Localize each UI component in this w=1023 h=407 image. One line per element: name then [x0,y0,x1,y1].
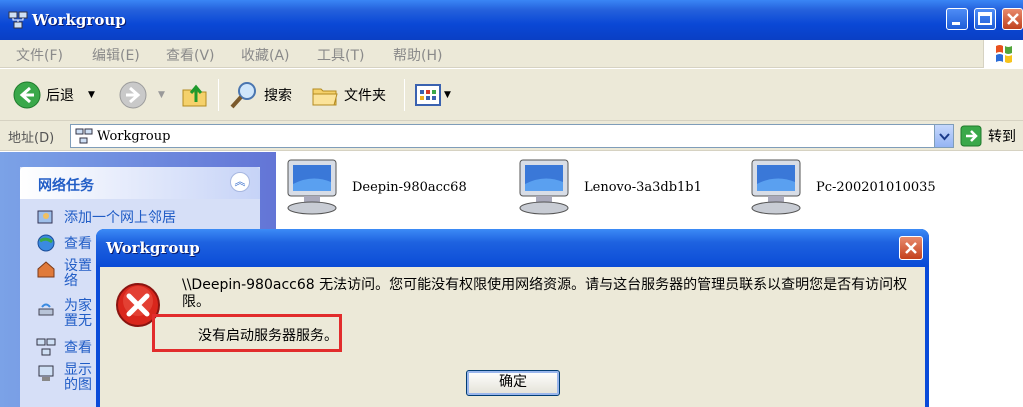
menu-favorites[interactable]: 收藏(A) [241,45,290,65]
menu-view[interactable]: 查看(V) [166,45,215,65]
views-dropdown-icon[interactable]: ▼ [444,90,451,100]
computer-icon [519,159,569,215]
folders-label: 文件夹 [344,88,386,104]
maximize-icon [978,12,992,25]
network-icon [75,128,93,144]
task-add-network-place[interactable]: 添加一个网上邻居 [36,207,176,227]
task-label: 显示 的图 [64,362,92,393]
menu-tools[interactable]: 工具(T) [317,45,364,65]
search-button[interactable]: 搜索 [228,69,292,121]
go-arrow-icon [960,125,982,147]
task-setup-network[interactable]: 设置络 [36,259,92,289]
go-button[interactable]: 转到 [960,124,1016,148]
task-wireless-network[interactable]: 为家 置无 [36,299,92,329]
error-dialog: Workgroup \\Deepin-980acc68 无法访问。您可能没有权限… [96,229,929,407]
task-label: 查看 [64,236,92,252]
views-icon [415,84,441,106]
collapse-chevron-icon[interactable]: ︽ [230,172,250,192]
task-view-connections[interactable]: 查看 [36,233,92,253]
menu-help[interactable]: 帮助(H) [393,45,442,65]
up-folder-icon [182,84,207,107]
windows-logo [983,40,1023,68]
task-view-workgroup[interactable]: 查看 [36,337,92,357]
forward-arrow-icon [119,81,147,109]
toolbar-separator [218,79,219,111]
computer-item[interactable]: Pc-200201010035 [746,156,936,218]
back-arrow-icon [13,81,41,109]
go-label: 转到 [988,129,1016,145]
error-detail: 没有启动服务器服务。 [198,328,338,344]
network-tasks-title: 网络任务 [38,178,94,194]
windows-flag-icon [996,45,1012,63]
window-titlebar: Workgroup [0,0,1023,40]
wireless-icon [38,303,54,316]
back-label: 后退 [46,88,74,104]
address-bar: 地址(D) Workgroup 转到 [0,121,1023,151]
task-show-icons[interactable]: 显示 的图 [36,363,92,393]
views-button[interactable]: ▼ [414,69,451,121]
computer-icon [287,159,337,215]
search-icon [230,82,256,109]
dialog-close-button[interactable] [899,236,923,260]
network-places-icon [8,11,28,29]
computer-item[interactable]: Deepin-980acc68 [282,156,467,218]
close-window-button[interactable] [1002,8,1023,30]
computer-name: Lenovo-3a3db1b1 [584,179,702,195]
window-title: Workgroup [32,11,126,29]
computer-name: Pc-200201010035 [816,179,936,195]
computer-item[interactable]: Lenovo-3a3db1b1 [514,156,702,218]
search-label: 搜索 [264,88,292,104]
task-label: 设置络 [64,258,92,289]
menu-edit[interactable]: 编辑(E) [92,45,140,65]
chevron-down-icon [939,133,950,141]
address-label: 地址(D) [8,131,55,146]
folders-button[interactable]: 文件夹 [310,69,386,121]
workgroup-icon [36,338,56,356]
menu-file[interactable]: 文件(F) [16,45,63,65]
computer-icon [751,159,801,215]
forward-button[interactable]: ▼ [118,69,165,121]
back-button[interactable]: 后退 ▼ [12,69,95,121]
ok-button[interactable]: 确定 [466,370,560,396]
error-message: \\Deepin-980acc68 无法访问。您可能没有权限使用网络资源。请与这… [182,277,908,310]
task-label: 为家 置无 [64,298,92,329]
address-input[interactable]: Workgroup [70,124,954,148]
forward-dropdown-icon[interactable]: ▼ [158,90,165,100]
up-folder-button[interactable] [180,69,210,121]
address-value: Workgroup [97,129,171,144]
toolbar: 后退 ▼ ▼ 搜索 文件夹 ▼ [0,69,1023,121]
home-network-icon [37,261,55,278]
dialog-body: \\Deepin-980acc68 无法访问。您可能没有权限使用网络资源。请与这… [100,267,925,407]
dialog-titlebar[interactable]: Workgroup [96,229,929,267]
dialog-title: Workgroup [106,239,200,257]
close-icon [905,242,917,254]
computer-name: Deepin-980acc68 [352,179,467,195]
folders-icon [312,88,338,106]
upnp-device-icon [38,365,54,381]
maximize-button[interactable] [974,8,996,30]
task-label: 添加一个网上邻居 [64,210,176,226]
task-label: 查看 [64,340,92,356]
close-icon [1007,13,1019,25]
minimize-button[interactable] [946,8,968,30]
globe-icon [37,234,55,252]
network-tasks-header[interactable]: 网络任务 ︽ [20,167,260,199]
toolbar-separator [404,79,405,111]
address-dropdown-button[interactable] [934,125,953,147]
menu-bar: 文件(F) 编辑(E) 查看(V) 收藏(A) 工具(T) 帮助(H) [0,40,1023,68]
back-dropdown-icon[interactable]: ▼ [88,90,95,100]
minimize-icon [952,22,960,25]
add-network-place-icon [37,210,53,224]
